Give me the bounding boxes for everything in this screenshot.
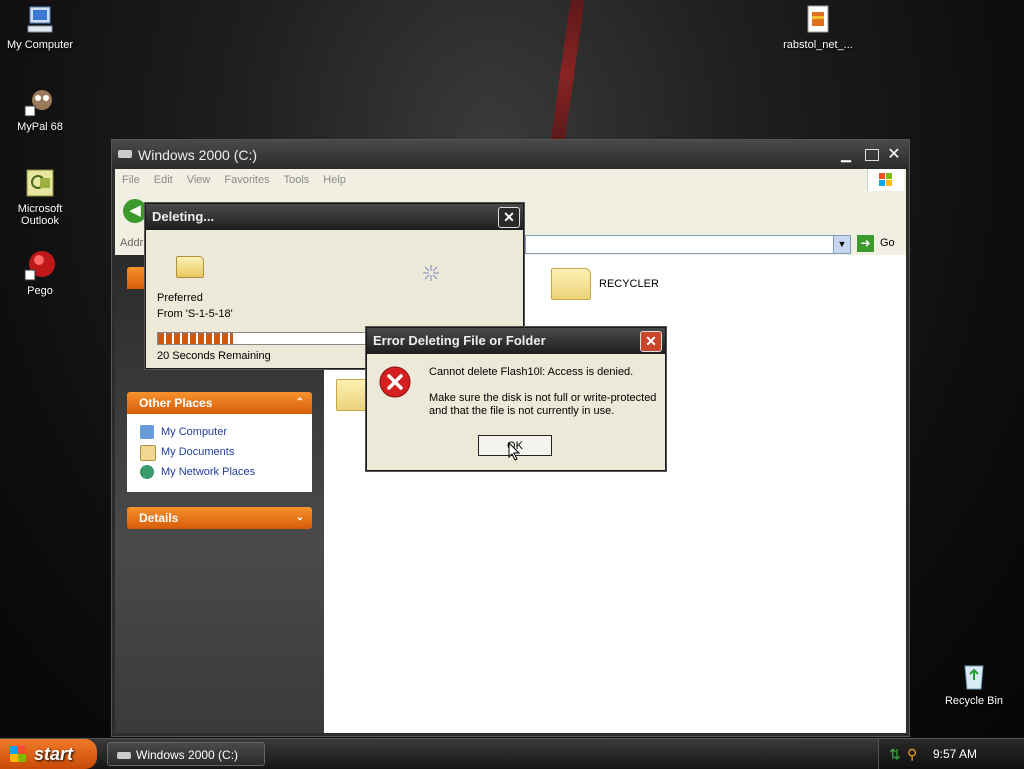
menu-file[interactable]: File — [115, 169, 147, 191]
address-label: Addr — [120, 237, 144, 249]
desktop-icon-label: Pego — [27, 285, 53, 297]
folder-icon[interactable] — [551, 268, 591, 300]
deleting-from-text: From 'S-1-5-18' — [157, 308, 233, 320]
error-dialog-title-bar[interactable]: Error Deleting File or Folder ✕ — [367, 328, 665, 354]
menu-edit[interactable]: Edit — [147, 169, 180, 191]
mypal-icon — [24, 86, 56, 118]
file-name[interactable]: RECYCLER — [599, 278, 659, 290]
chevron-down-icon[interactable]: ▼ — [833, 235, 851, 254]
progress-fill — [158, 333, 233, 344]
drive-icon — [118, 150, 132, 158]
error-detail-line1: Make sure the disk is not full or write-… — [429, 392, 657, 404]
desktop-icon-rabstol[interactable]: rabstol_net_... — [778, 4, 858, 51]
close-button[interactable]: ✕ — [885, 147, 903, 163]
explorer-title-bar[interactable]: Windows 2000 (C:) ▁ ✕ — [112, 140, 909, 170]
back-button[interactable]: ◀ — [123, 199, 147, 223]
desktop-icon-outlook[interactable]: Microsoft Outlook — [0, 168, 80, 227]
error-detail-line2: and that the file is not currently in us… — [429, 405, 615, 417]
desktop-icon-label: Microsoft Outlook — [17, 203, 63, 227]
desktop-icon-label: My Computer — [6, 39, 74, 51]
mouse-cursor-icon — [508, 442, 521, 461]
place-label: My Documents — [161, 446, 235, 458]
desktop-icon-my-computer[interactable]: My Computer — [0, 4, 80, 51]
other-places-panel: My Computer My Documents My Network Plac… — [127, 414, 312, 492]
folder-icon — [176, 256, 204, 278]
menu-bar: File Edit View Favorites Tools Help — [115, 169, 906, 192]
outlook-icon — [24, 168, 56, 200]
computer-icon — [140, 425, 154, 439]
deleting-file-name: Preferred — [157, 292, 203, 304]
computer-icon — [24, 4, 56, 36]
network-icon — [140, 465, 154, 479]
taskbar: start Windows 2000 (C:) ⇅ ⚲ 9:57 AM — [0, 738, 1024, 769]
menu-help[interactable]: Help — [316, 169, 353, 191]
system-tray: ⇅ ⚲ 9:57 AM — [878, 739, 1024, 769]
other-places-header[interactable]: Other Places ⌃ — [127, 392, 312, 414]
recycle-bin-icon — [958, 660, 990, 692]
remaining-time: 20 Seconds Remaining — [157, 350, 271, 362]
windows-logo-icon — [10, 746, 26, 762]
minimize-button[interactable]: ▁ — [837, 147, 855, 163]
details-header[interactable]: Details ⌄ — [127, 507, 312, 529]
place-label: My Network Places — [161, 466, 256, 478]
chevron-up-icon: ⌃ — [295, 397, 304, 408]
other-places-title: Other Places — [139, 396, 213, 410]
taskbar-item-explorer[interactable]: Windows 2000 (C:) — [107, 742, 265, 766]
error-icon — [379, 366, 411, 398]
documents-icon — [140, 445, 156, 461]
go-button[interactable]: Go — [880, 237, 895, 249]
start-label: start — [34, 744, 74, 764]
start-button[interactable]: start — [0, 739, 97, 769]
desktop-icon-label: rabstol_net_... — [783, 39, 853, 51]
close-button[interactable]: ✕ — [640, 331, 662, 352]
deleting-dialog-title: Deleting... — [152, 209, 215, 224]
clock[interactable]: 9:57 AM — [933, 739, 977, 769]
error-message: Cannot delete Flash10l: Access is denied… — [429, 366, 634, 378]
desktop-icon-pego[interactable]: Pego — [0, 250, 80, 297]
desktop-icon-label: Recycle Bin — [944, 695, 1004, 707]
maximize-button[interactable] — [865, 149, 879, 161]
taskbar-item-label: Windows 2000 (C:) — [136, 748, 239, 762]
error-dialog: Error Deleting File or Folder ✕ Cannot d… — [366, 327, 666, 471]
chevron-down-icon: ⌄ — [295, 512, 304, 523]
menu-favorites[interactable]: Favorites — [217, 169, 276, 191]
place-label: My Computer — [161, 426, 228, 438]
address-input[interactable] — [525, 235, 837, 254]
deleting-dialog-title-bar[interactable]: Deleting... ✕ — [146, 204, 523, 230]
windows-logo-icon — [867, 169, 904, 191]
menu-view[interactable]: View — [180, 169, 218, 191]
error-dialog-title: Error Deleting File or Folder — [373, 333, 546, 348]
archive-file-icon — [802, 4, 834, 36]
drive-icon — [117, 752, 131, 759]
search-icon[interactable]: ⚲ — [907, 739, 917, 769]
explorer-title: Windows 2000 (C:) — [138, 147, 258, 163]
flying-paper-icon — [423, 265, 439, 281]
back-arrow-icon: ◀ — [129, 202, 141, 219]
place-my-documents[interactable]: My Documents — [127, 442, 312, 462]
pego-icon — [24, 250, 56, 282]
place-my-computer[interactable]: My Computer — [127, 422, 312, 442]
desktop-icon-recycle-bin[interactable]: Recycle Bin — [934, 660, 1014, 707]
close-button[interactable]: ✕ — [498, 207, 520, 228]
desktop-icon-label: MyPal 68 — [17, 121, 63, 133]
place-my-network-places[interactable]: My Network Places — [127, 462, 312, 482]
details-title: Details — [139, 511, 179, 525]
desktop-icon-mypal[interactable]: MyPal 68 — [0, 86, 80, 133]
wallpaper-stripe — [549, 0, 585, 150]
menu-tools[interactable]: Tools — [277, 169, 317, 191]
go-arrow-icon[interactable]: ➜ — [857, 235, 874, 252]
network-tray-icon[interactable]: ⇅ — [889, 739, 901, 769]
